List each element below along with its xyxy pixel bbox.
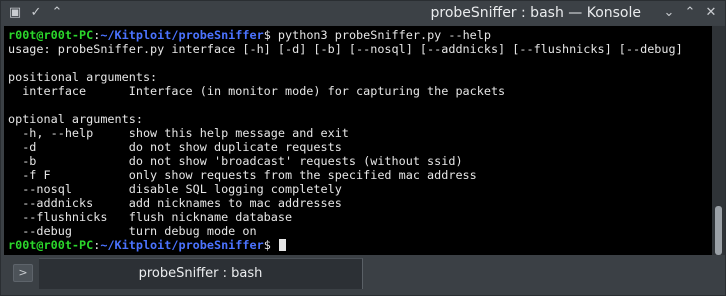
konsole-window: ▣ ✓ ⌃ probeSniffer : bash — Konsole ⌄ ⌃ … — [0, 0, 726, 296]
prompt-user: r00t@r00t-PC — [8, 238, 94, 252]
output-line: --addnicks add nicknames to mac addresse… — [8, 196, 342, 210]
output-line: positional arguments: — [8, 70, 158, 84]
tab-probesniffer[interactable]: probeSniffer : bash — [39, 258, 363, 289]
scrollbar-thumb[interactable] — [715, 206, 722, 255]
konsole-app-icon[interactable]: ▣ — [7, 5, 23, 21]
output-line: -f F only show requests from the specifi… — [8, 168, 477, 182]
prompt-line: r00t@r00t-PC:~/Kitploit/probeSniffer$ py… — [8, 28, 491, 42]
output-line: --nosql disable SQL logging completely — [8, 182, 342, 196]
output-line: --debug turn debug mode on — [8, 224, 257, 238]
vertical-scrollbar[interactable] — [712, 26, 725, 255]
output-line: interface Interface (in monitor mode) fo… — [8, 84, 506, 98]
output-line: --flushnicks flush nickname database — [8, 210, 293, 224]
new-tab-icon[interactable]: > — [13, 264, 33, 282]
text-cursor — [278, 239, 286, 251]
command-text: python3 probeSniffer.py --help — [277, 28, 491, 42]
minimize-icon[interactable]: ⌄ — [661, 5, 677, 21]
keep-above-icon[interactable]: ⌃ — [49, 5, 65, 21]
terminal-output[interactable]: r00t@r00t-PC:~/Kitploit/probeSniffer$ py… — [4, 26, 712, 255]
output-line: -h, --help show this help message and ex… — [8, 126, 349, 140]
prompt-path: ~/Kitploit/probeSniffer — [100, 238, 264, 252]
prompt-path: ~/Kitploit/probeSniffer — [100, 28, 264, 42]
current-prompt-line: r00t@r00t-PC:~/Kitploit/probeSniffer$ — [8, 238, 286, 252]
pin-icon[interactable]: ✓ — [28, 5, 44, 21]
prompt-user: r00t@r00t-PC — [8, 28, 94, 42]
close-icon[interactable]: ✕ — [703, 5, 719, 21]
output-line: optional arguments: — [8, 112, 143, 126]
title-bar[interactable]: ▣ ✓ ⌃ probeSniffer : bash — Konsole ⌄ ⌃ … — [1, 1, 725, 25]
tab-label: probeSniffer : bash — [138, 266, 263, 281]
output-line: usage: probeSniffer.py interface [-h] [-… — [8, 42, 683, 56]
prompt-end: $ — [263, 28, 278, 42]
prompt-end: $ — [263, 238, 278, 252]
window-title: probeSniffer : bash — Konsole — [430, 5, 642, 21]
tab-bar: > probeSniffer : bash — [1, 255, 725, 295]
output-line: -b do not show 'broadcast' requests (wit… — [8, 154, 463, 168]
output-line: -d do not show duplicate requests — [8, 140, 342, 154]
maximize-icon[interactable]: ⌃ — [682, 5, 698, 21]
